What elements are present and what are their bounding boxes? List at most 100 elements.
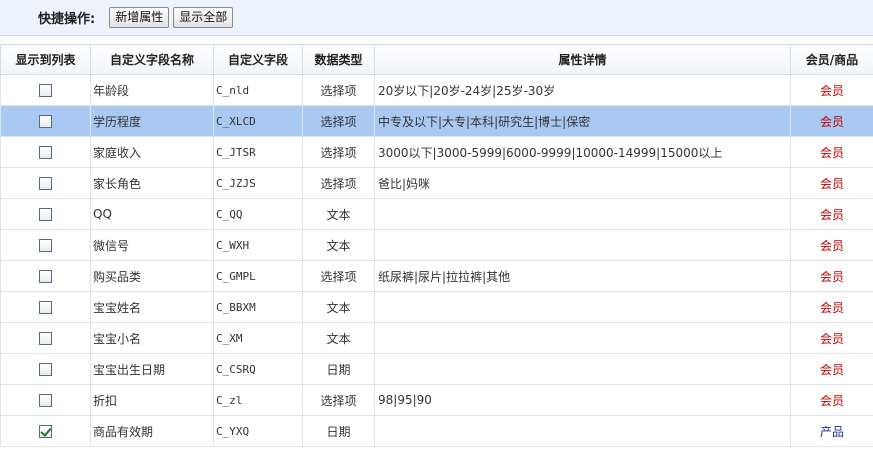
field-key-cell: C_QQ [213, 198, 303, 230]
show-in-list-checkbox[interactable] [39, 425, 52, 438]
show-in-list-cell [0, 384, 91, 416]
field-key-cell: C_JTSR [213, 136, 303, 168]
table-row[interactable]: 学历程度 C_XLCD 选择项 中专及以下|大专|本科|研究生|博士|保密 会员 [0, 105, 873, 137]
field-key-cell: C_XLCD [213, 105, 303, 137]
header-field-name[interactable]: 自定义字段名称 [90, 44, 214, 75]
show-in-list-cell [0, 291, 91, 323]
data-type-cell: 选择项 [302, 167, 375, 199]
show-all-button[interactable]: 显示全部 [173, 7, 234, 28]
custom-fields-table: 显示到列表 自定义字段名称 自定义字段 数据类型 属性详情 会员/商品 年龄段 C… [0, 44, 873, 447]
table-row[interactable]: 宝宝姓名 C_BBXM 文本 会员 [0, 291, 873, 323]
field-name-cell: 宝宝姓名 [90, 291, 214, 323]
header-data-type[interactable]: 数据类型 [302, 44, 375, 75]
data-type-cell: 文本 [302, 198, 375, 230]
data-type-cell: 日期 [302, 353, 375, 385]
member-product-cell: 会员 [790, 384, 873, 416]
show-in-list-checkbox[interactable] [39, 301, 52, 314]
show-in-list-cell [0, 229, 91, 261]
data-type-cell: 选择项 [302, 105, 375, 137]
show-in-list-cell [0, 322, 91, 354]
attribute-detail-cell: 纸尿裤|尿片|拉拉裤|其他 [374, 260, 791, 292]
member-product-cell: 会员 [790, 198, 873, 230]
table-row[interactable]: 折扣 C_zl 选择项 98|95|90 会员 [0, 384, 873, 416]
show-in-list-checkbox[interactable] [39, 146, 52, 159]
show-in-list-checkbox[interactable] [39, 363, 52, 376]
table-row[interactable]: 宝宝小名 C_XM 文本 会员 [0, 322, 873, 354]
field-key-cell: C_GMPL [213, 260, 303, 292]
member-product-cell: 会员 [790, 322, 873, 354]
member-product-cell: 会员 [790, 136, 873, 168]
field-name-cell: 家庭收入 [90, 136, 214, 168]
data-type-cell: 选择项 [302, 136, 375, 168]
add-attribute-button[interactable]: 新增属性 [109, 7, 170, 28]
header-attribute-detail[interactable]: 属性详情 [374, 44, 791, 75]
show-in-list-checkbox[interactable] [39, 177, 52, 190]
attribute-detail-cell [374, 353, 791, 385]
field-key-cell: C_CSRQ [213, 353, 303, 385]
table-row[interactable]: 家庭收入 C_JTSR 选择项 3000以下|3000-5999|6000-9999|… [0, 136, 873, 168]
attribute-detail-cell [374, 291, 791, 323]
member-product-cell: 产品 [790, 415, 873, 447]
field-key-cell: C_YXQ [213, 415, 303, 447]
member-product-cell: 会员 [790, 105, 873, 137]
attribute-detail-cell [374, 322, 791, 354]
show-in-list-checkbox[interactable] [39, 208, 52, 221]
show-in-list-cell [0, 74, 91, 106]
header-show-in-list[interactable]: 显示到列表 [0, 44, 91, 75]
field-name-cell: 购买品类 [90, 260, 214, 292]
member-product-cell: 会员 [790, 260, 873, 292]
show-in-list-cell [0, 260, 91, 292]
field-name-cell: 微信号 [90, 229, 214, 261]
show-in-list-cell [0, 167, 91, 199]
member-product-cell: 会员 [790, 229, 873, 261]
show-in-list-cell [0, 353, 91, 385]
member-product-cell: 会员 [790, 167, 873, 199]
table-row[interactable]: 年龄段 C_nld 选择项 20岁以下|20岁-24岁|25岁-30岁 会员 [0, 74, 873, 106]
data-type-cell: 文本 [302, 322, 375, 354]
table-header-row: 显示到列表 自定义字段名称 自定义字段 数据类型 属性详情 会员/商品 [0, 44, 873, 75]
field-name-cell: 宝宝出生日期 [90, 353, 214, 385]
field-name-cell: 商品有效期 [90, 415, 214, 447]
field-key-cell: C_WXH [213, 229, 303, 261]
table-row[interactable]: 家长角色 C_JZJS 选择项 爸比|妈咪 会员 [0, 167, 873, 199]
toolbar-label: 快捷操作: [38, 12, 96, 27]
data-type-cell: 文本 [302, 291, 375, 323]
table-row[interactable]: 购买品类 C_GMPL 选择项 纸尿裤|尿片|拉拉裤|其他 会员 [0, 260, 873, 292]
table-row[interactable]: 商品有效期 C_YXQ 日期 产品 [0, 415, 873, 447]
attribute-detail-cell: 爸比|妈咪 [374, 167, 791, 199]
header-field-key[interactable]: 自定义字段 [213, 44, 303, 75]
show-in-list-cell [0, 198, 91, 230]
table-row[interactable]: 宝宝出生日期 C_CSRQ 日期 会员 [0, 353, 873, 385]
field-key-cell: C_JZJS [213, 167, 303, 199]
show-in-list-checkbox[interactable] [39, 332, 52, 345]
show-in-list-checkbox[interactable] [39, 115, 52, 128]
field-name-cell: 学历程度 [90, 105, 214, 137]
field-name-cell: QQ [90, 198, 214, 230]
attribute-detail-cell [374, 229, 791, 261]
show-in-list-checkbox[interactable] [39, 239, 52, 252]
member-product-cell: 会员 [790, 291, 873, 323]
quick-actions-toolbar: 快捷操作: 新增属性 显示全部 [0, 0, 873, 36]
data-type-cell: 选择项 [302, 384, 375, 416]
field-name-cell: 折扣 [90, 384, 214, 416]
data-type-cell: 选择项 [302, 260, 375, 292]
attribute-detail-cell: 20岁以下|20岁-24岁|25岁-30岁 [374, 74, 791, 106]
field-name-cell: 家长角色 [90, 167, 214, 199]
attribute-detail-cell [374, 198, 791, 230]
show-in-list-checkbox[interactable] [39, 270, 52, 283]
member-product-cell: 会员 [790, 353, 873, 385]
show-in-list-checkbox[interactable] [39, 394, 52, 407]
spacer [0, 36, 873, 44]
show-in-list-checkbox[interactable] [39, 84, 52, 97]
field-name-cell: 宝宝小名 [90, 322, 214, 354]
attribute-detail-cell: 3000以下|3000-5999|6000-9999|10000-14999|1… [374, 136, 791, 168]
header-member-product[interactable]: 会员/商品 [790, 44, 873, 75]
table-row[interactable]: 微信号 C_WXH 文本 会员 [0, 229, 873, 261]
field-key-cell: C_nld [213, 74, 303, 106]
field-key-cell: C_BBXM [213, 291, 303, 323]
table-row[interactable]: QQ C_QQ 文本 会员 [0, 198, 873, 230]
field-key-cell: C_XM [213, 322, 303, 354]
attribute-detail-cell: 98|95|90 [374, 384, 791, 416]
data-type-cell: 文本 [302, 229, 375, 261]
data-type-cell: 选择项 [302, 74, 375, 106]
